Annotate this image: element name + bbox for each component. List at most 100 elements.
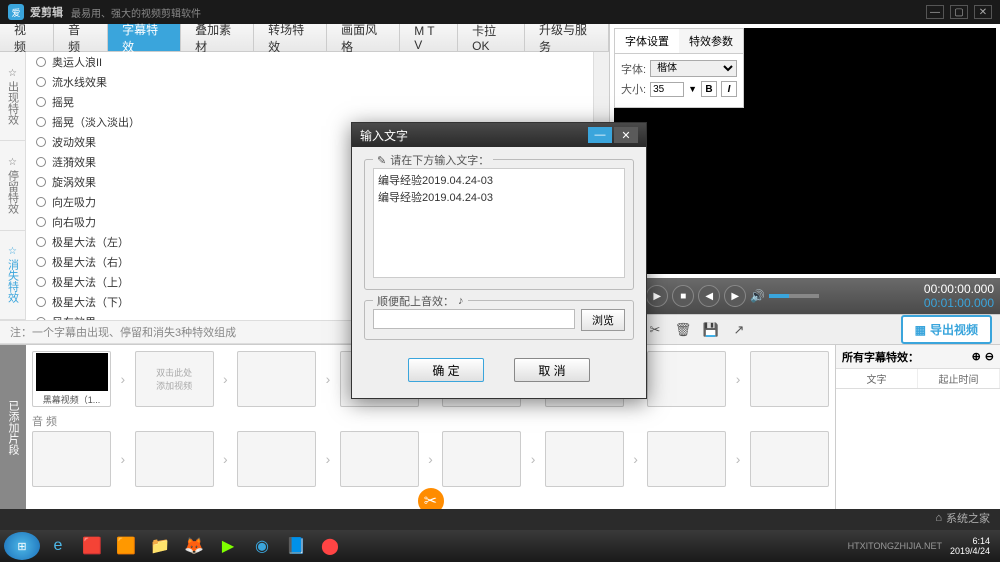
tab-overlay[interactable]: 叠加素材 (181, 24, 254, 51)
side-tab-appear[interactable]: ☆出现特效 (0, 52, 25, 141)
arrow-icon: › (423, 451, 438, 467)
arrow-icon: › (730, 371, 745, 387)
volume-icon[interactable]: 🔊 (750, 289, 765, 303)
close-button[interactable]: ✕ (974, 5, 992, 19)
tab-karaoke[interactable]: 卡拉OK (458, 24, 525, 51)
clip-1[interactable]: 黑幕视频（1... (32, 351, 111, 407)
share-button[interactable]: ↗ (730, 321, 748, 339)
task-aijianji[interactable]: ◉ (246, 532, 278, 560)
ok-button[interactable]: 确 定 (408, 358, 484, 382)
tab-subtitle-fx[interactable]: 字幕特效 (108, 24, 181, 51)
save-button[interactable]: 💾 (702, 321, 720, 339)
bold-button[interactable]: B (701, 81, 717, 97)
watermark: ⌂系统之家 (935, 510, 990, 526)
browse-button[interactable]: 浏览 (581, 309, 625, 331)
size-input[interactable] (650, 82, 684, 97)
size-label: 大小: (621, 81, 646, 97)
subtitle-text-input[interactable]: 编导经验2019.04.24-03 编导经验2019.04.24-03 (373, 168, 625, 278)
subtitle-list-title: 所有字幕特效： (842, 349, 919, 365)
export-video-button[interactable]: ▦ 导出视频 (901, 315, 992, 344)
dialog-title: 输入文字 (360, 127, 408, 144)
audio-clip-empty[interactable] (545, 431, 624, 487)
add-subtitle-icon[interactable]: ⊕ (972, 350, 981, 363)
input-text-dialog: 输入文字 — ✕ ✎请在下方输入文字： 编导经验2019.04.24-03 编导… (351, 122, 647, 399)
font-tab-params[interactable]: 特效参数 (679, 29, 743, 53)
task-folder[interactable]: 📁 (144, 532, 176, 560)
volume-slider[interactable] (769, 294, 819, 298)
arrow-icon: › (628, 451, 643, 467)
player-controls: 2X ▶ ■ ◀ ▶ 🔊 00:00:00.000 00:01:00.000 (610, 278, 1000, 314)
side-tab-disappear[interactable]: ☆消失特效 (0, 231, 25, 320)
font-tab-settings[interactable]: 字体设置 (615, 29, 679, 53)
edit-icon: ✎ (377, 154, 386, 167)
clip-add-hint[interactable]: 双击此处添加视频 (135, 351, 214, 407)
col-time: 起止时间 (918, 369, 1000, 388)
audio-clip-empty[interactable] (340, 431, 419, 487)
audio-path-input[interactable] (373, 309, 575, 329)
app-logo: 爱 (8, 4, 24, 20)
dialog-close-button[interactable]: ✕ (614, 127, 638, 143)
fx-item[interactable]: 摇晃 (26, 92, 593, 112)
app-subtitle: 最易用、强大的视频剪辑软件 (71, 5, 201, 20)
tab-style[interactable]: 画面风格 (327, 24, 400, 51)
preview-toolbar: 📷 ✂ 🗑 💾 ↗ ▦ 导出视频 (610, 314, 1000, 344)
audio-clip-empty[interactable] (237, 431, 316, 487)
audio-clip-empty[interactable] (442, 431, 521, 487)
taskbar: ⊞ e 🟥 🟧 📁 🦊 ▶ ◉ 📘 ⬤ HTXITONGZHIJIA.NET 6… (0, 530, 1000, 562)
fx-item[interactable]: 奥运人浪II (26, 52, 593, 72)
audio-clip-empty[interactable] (647, 431, 726, 487)
font-select[interactable]: 楷体 (650, 60, 737, 77)
timecode: 00:00:00.000 00:01:00.000 (924, 282, 994, 310)
play-button[interactable]: ▶ (646, 285, 668, 307)
arrow-icon: › (218, 451, 233, 467)
audio-row-label: 音 频 (32, 413, 829, 429)
arrow-icon: › (115, 371, 130, 387)
cut-button[interactable]: ✂ (646, 321, 664, 339)
audio-clip-empty[interactable] (135, 431, 214, 487)
clip-empty[interactable] (237, 351, 316, 407)
remove-subtitle-icon[interactable]: ⊖ (985, 350, 994, 363)
timeline-side-label: 已添加片段 (0, 345, 26, 509)
tab-upgrade[interactable]: 升级与服务 (525, 24, 609, 51)
arrow-icon: › (218, 371, 233, 387)
scissors-button[interactable]: ✂ (415, 485, 447, 509)
font-label: 字体: (621, 61, 646, 77)
minimize-button[interactable]: — (926, 5, 944, 19)
arrow-icon: › (730, 451, 745, 467)
arrow-icon: › (525, 451, 540, 467)
side-tabs: ☆出现特效 ☆停留特效 ☆消失特效 (0, 52, 26, 320)
audio-clip-empty[interactable] (32, 431, 111, 487)
clip-empty[interactable] (647, 351, 726, 407)
tab-audio[interactable]: 音 频 (54, 24, 108, 51)
tab-mtv[interactable]: M T V (400, 24, 458, 51)
cancel-button[interactable]: 取 消 (514, 358, 590, 382)
subtitle-list-panel: 所有字幕特效： ⊕ ⊖ 文字 起止时间 (835, 345, 1000, 509)
system-tray[interactable]: HTXITONGZHIJIA.NET 6:142019/4/24 (848, 536, 996, 556)
task-app[interactable]: 📘 (280, 532, 312, 560)
fx-item[interactable]: 流水线效果 (26, 72, 593, 92)
main-tabs: 视 频 音 频 字幕特效 叠加素材 转场特效 画面风格 M T V 卡拉OK 升… (0, 24, 609, 52)
task-app[interactable]: 🟧 (110, 532, 142, 560)
clip-empty[interactable] (750, 351, 829, 407)
task-record[interactable]: ⬤ (314, 532, 346, 560)
start-button[interactable]: ⊞ (4, 532, 40, 560)
next-frame-button[interactable]: ▶ (724, 285, 746, 307)
task-ie[interactable]: e (42, 532, 74, 560)
arrow-icon: › (320, 451, 335, 467)
task-app[interactable]: ▶ (212, 532, 244, 560)
delete-button[interactable]: 🗑 (674, 321, 692, 339)
stop-button[interactable]: ■ (672, 285, 694, 307)
task-firefox[interactable]: 🦊 (178, 532, 210, 560)
prev-frame-button[interactable]: ◀ (698, 285, 720, 307)
arrow-icon: › (115, 451, 130, 467)
side-tab-stay[interactable]: ☆停留特效 (0, 141, 25, 230)
dialog-minimize-button[interactable]: — (588, 127, 612, 143)
audio-clip-empty[interactable] (750, 431, 829, 487)
font-panel: 字体设置 特效参数 字体: 楷体 大小: ▼ B I (614, 28, 744, 108)
tab-transition[interactable]: 转场特效 (254, 24, 327, 51)
italic-button[interactable]: I (721, 81, 737, 97)
task-app[interactable]: 🟥 (76, 532, 108, 560)
app-title: 爱剪辑 (30, 4, 63, 20)
tab-video[interactable]: 视 频 (0, 24, 54, 51)
maximize-button[interactable]: ▢ (950, 5, 968, 19)
